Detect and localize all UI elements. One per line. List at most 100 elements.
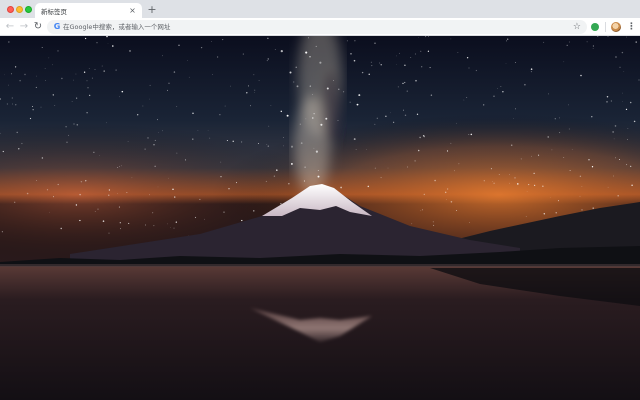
star bbox=[557, 200, 559, 202]
star bbox=[219, 114, 221, 116]
star bbox=[483, 180, 485, 182]
star bbox=[257, 143, 259, 145]
star bbox=[502, 91, 504, 93]
star bbox=[551, 149, 553, 151]
star bbox=[427, 50, 430, 52]
star bbox=[96, 42, 98, 44]
star bbox=[112, 45, 114, 47]
star bbox=[631, 184, 633, 186]
star bbox=[626, 164, 628, 166]
star bbox=[127, 141, 129, 142]
star bbox=[53, 196, 55, 198]
star bbox=[162, 130, 163, 132]
star bbox=[80, 180, 83, 183]
star bbox=[554, 118, 556, 120]
star bbox=[416, 113, 419, 115]
star bbox=[466, 96, 468, 98]
star bbox=[144, 148, 146, 150]
star bbox=[71, 101, 73, 102]
new-tab-button[interactable]: + bbox=[146, 4, 158, 16]
star bbox=[612, 131, 614, 133]
star bbox=[86, 112, 88, 114]
star bbox=[514, 61, 516, 63]
star bbox=[145, 224, 146, 226]
wallpaper-image bbox=[0, 36, 640, 400]
window-maximize-button[interactable] bbox=[25, 6, 32, 13]
star bbox=[635, 41, 637, 43]
extension-icon[interactable] bbox=[591, 23, 599, 31]
star bbox=[368, 73, 370, 75]
star bbox=[354, 40, 356, 42]
reload-icon[interactable]: ↻ bbox=[32, 21, 44, 33]
address-bar-placeholder: 在Google中搜索，或者输入一个网址 bbox=[63, 23, 171, 31]
star bbox=[192, 138, 194, 140]
star bbox=[176, 152, 178, 154]
star bbox=[312, 94, 314, 96]
star bbox=[586, 41, 588, 43]
star bbox=[97, 208, 99, 210]
star bbox=[79, 219, 81, 222]
new-tab-wallpaper bbox=[0, 36, 640, 400]
star bbox=[568, 104, 569, 106]
shoreline bbox=[0, 264, 640, 267]
tab-new-tab[interactable]: 新标签页 × bbox=[35, 3, 142, 19]
star bbox=[258, 80, 260, 82]
star bbox=[606, 95, 609, 98]
star bbox=[509, 174, 510, 175]
star bbox=[8, 41, 10, 43]
back-arrow-icon[interactable]: ← bbox=[4, 21, 16, 33]
bookmark-star-icon[interactable]: ☆ bbox=[573, 21, 581, 33]
star bbox=[94, 69, 96, 70]
star bbox=[200, 46, 203, 49]
star bbox=[184, 159, 187, 161]
star bbox=[549, 197, 551, 198]
star bbox=[526, 191, 528, 192]
star bbox=[223, 211, 225, 213]
star bbox=[73, 123, 75, 125]
star bbox=[450, 142, 452, 144]
star bbox=[87, 87, 89, 89]
star bbox=[358, 94, 361, 97]
star bbox=[627, 128, 629, 129]
star bbox=[157, 119, 158, 121]
star bbox=[414, 53, 416, 55]
star bbox=[514, 177, 516, 179]
star bbox=[497, 88, 498, 89]
forward-arrow-icon[interactable]: → bbox=[18, 21, 30, 33]
star bbox=[581, 209, 583, 211]
tab-close-icon[interactable]: × bbox=[128, 6, 137, 15]
star bbox=[513, 118, 514, 119]
star bbox=[374, 42, 376, 44]
star bbox=[280, 110, 283, 113]
star bbox=[623, 71, 625, 72]
star bbox=[11, 97, 13, 99]
star bbox=[273, 175, 276, 177]
profile-avatar[interactable] bbox=[611, 22, 621, 32]
star bbox=[211, 41, 212, 42]
window-minimize-button[interactable] bbox=[16, 6, 23, 13]
star bbox=[75, 204, 78, 206]
star bbox=[253, 74, 255, 76]
browser-menu-icon[interactable]: ⋮ bbox=[627, 21, 636, 33]
star bbox=[430, 94, 433, 96]
star bbox=[492, 181, 493, 183]
address-bar[interactable]: G 在Google中搜索，或者输入一个网址 ☆ bbox=[47, 20, 587, 34]
star bbox=[563, 61, 565, 63]
star bbox=[84, 37, 87, 40]
star bbox=[178, 44, 180, 46]
star bbox=[117, 193, 118, 194]
star bbox=[569, 169, 571, 171]
star bbox=[207, 129, 209, 131]
star bbox=[15, 104, 17, 106]
star bbox=[120, 228, 121, 230]
star bbox=[380, 177, 382, 179]
star bbox=[337, 119, 339, 121]
star bbox=[320, 123, 323, 126]
star bbox=[222, 39, 224, 41]
star bbox=[633, 120, 636, 123]
star bbox=[149, 98, 150, 100]
star bbox=[538, 154, 540, 156]
window-close-button[interactable] bbox=[7, 6, 14, 13]
star bbox=[230, 85, 231, 87]
star bbox=[333, 80, 335, 82]
